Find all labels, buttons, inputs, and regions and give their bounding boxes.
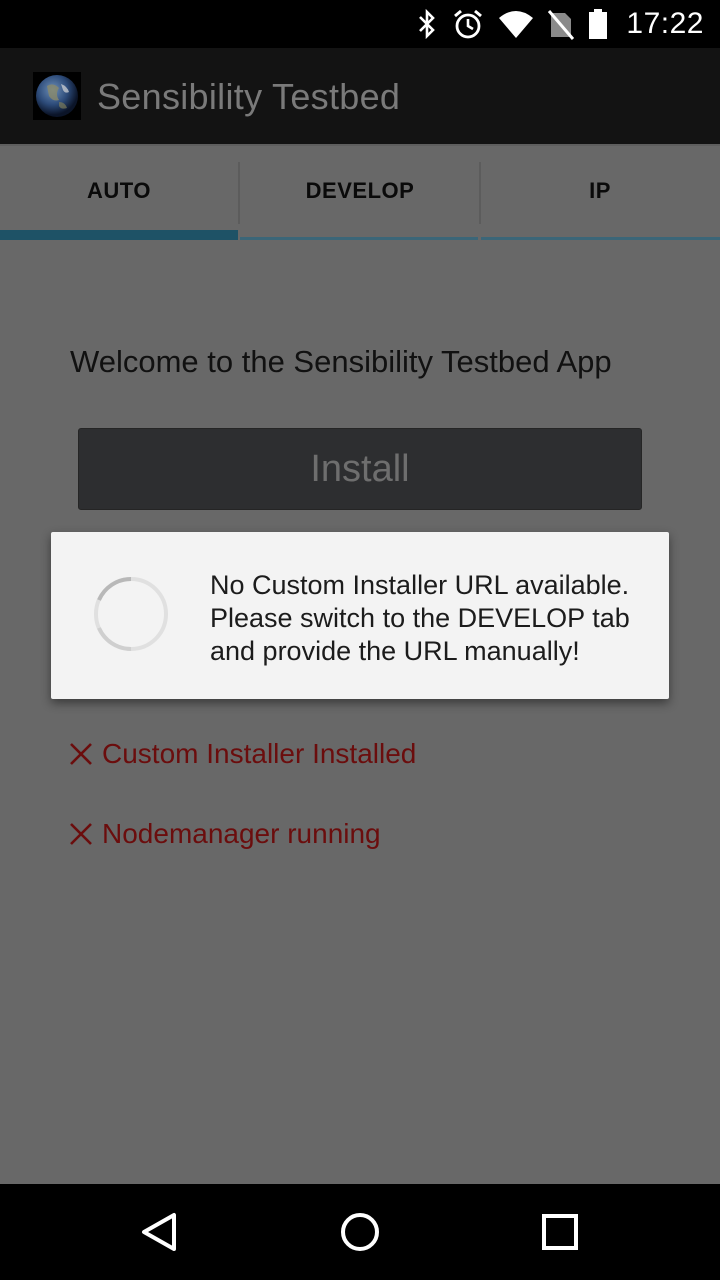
check-label: Custom Installer Installed [102, 738, 417, 769]
home-button[interactable] [336, 1208, 384, 1256]
alarm-icon [452, 8, 484, 40]
tab-auto[interactable]: AUTO [0, 146, 238, 240]
dialog-message: No Custom Installer URL available. Pleas… [210, 570, 630, 666]
check-nodemanager: Nodemanager running [68, 818, 381, 850]
progress-spinner-icon [91, 574, 171, 659]
x-icon [70, 823, 92, 845]
tab-develop-label: DEVELOP [305, 178, 415, 203]
welcome-text: Welcome to the Sensibility Testbed App [70, 344, 612, 379]
app-title: Sensibility Testbed [97, 76, 401, 117]
progress-dialog: No Custom Installer URL available. Pleas… [51, 532, 669, 699]
tab-ip[interactable]: IP [480, 146, 720, 240]
check-custom-installer: Custom Installer Installed [68, 738, 416, 770]
battery-icon [588, 8, 608, 40]
tab-auto-label: AUTO [87, 178, 151, 203]
status-bar: 17:22 [0, 0, 720, 48]
tab-auto-indicator [0, 230, 238, 240]
back-button[interactable] [136, 1208, 184, 1256]
back-icon [142, 1213, 176, 1251]
wifi-icon [498, 9, 534, 39]
navigation-bar [0, 1184, 720, 1280]
recents-button[interactable] [536, 1208, 584, 1256]
install-button-label: Install [310, 447, 410, 490]
action-bar: Sensibility Testbed [0, 48, 720, 144]
status-clock: 17:22 [626, 7, 704, 40]
no-sim-icon [548, 8, 575, 40]
recents-icon [542, 1214, 578, 1250]
earth-logo [33, 72, 81, 120]
bluetooth-icon [416, 8, 438, 40]
tab-ip-label: IP [589, 178, 611, 203]
home-icon [341, 1213, 379, 1251]
install-button[interactable]: Install [78, 428, 642, 510]
x-icon [70, 743, 92, 765]
tab-bar: AUTO DEVELOP IP [0, 144, 720, 240]
tab-develop-indicator [240, 237, 478, 240]
tab-develop[interactable]: DEVELOP [240, 146, 480, 240]
tab-ip-indicator [481, 237, 720, 240]
status-icons: 17:22 [416, 0, 704, 48]
check-label: Nodemanager running [102, 818, 381, 849]
